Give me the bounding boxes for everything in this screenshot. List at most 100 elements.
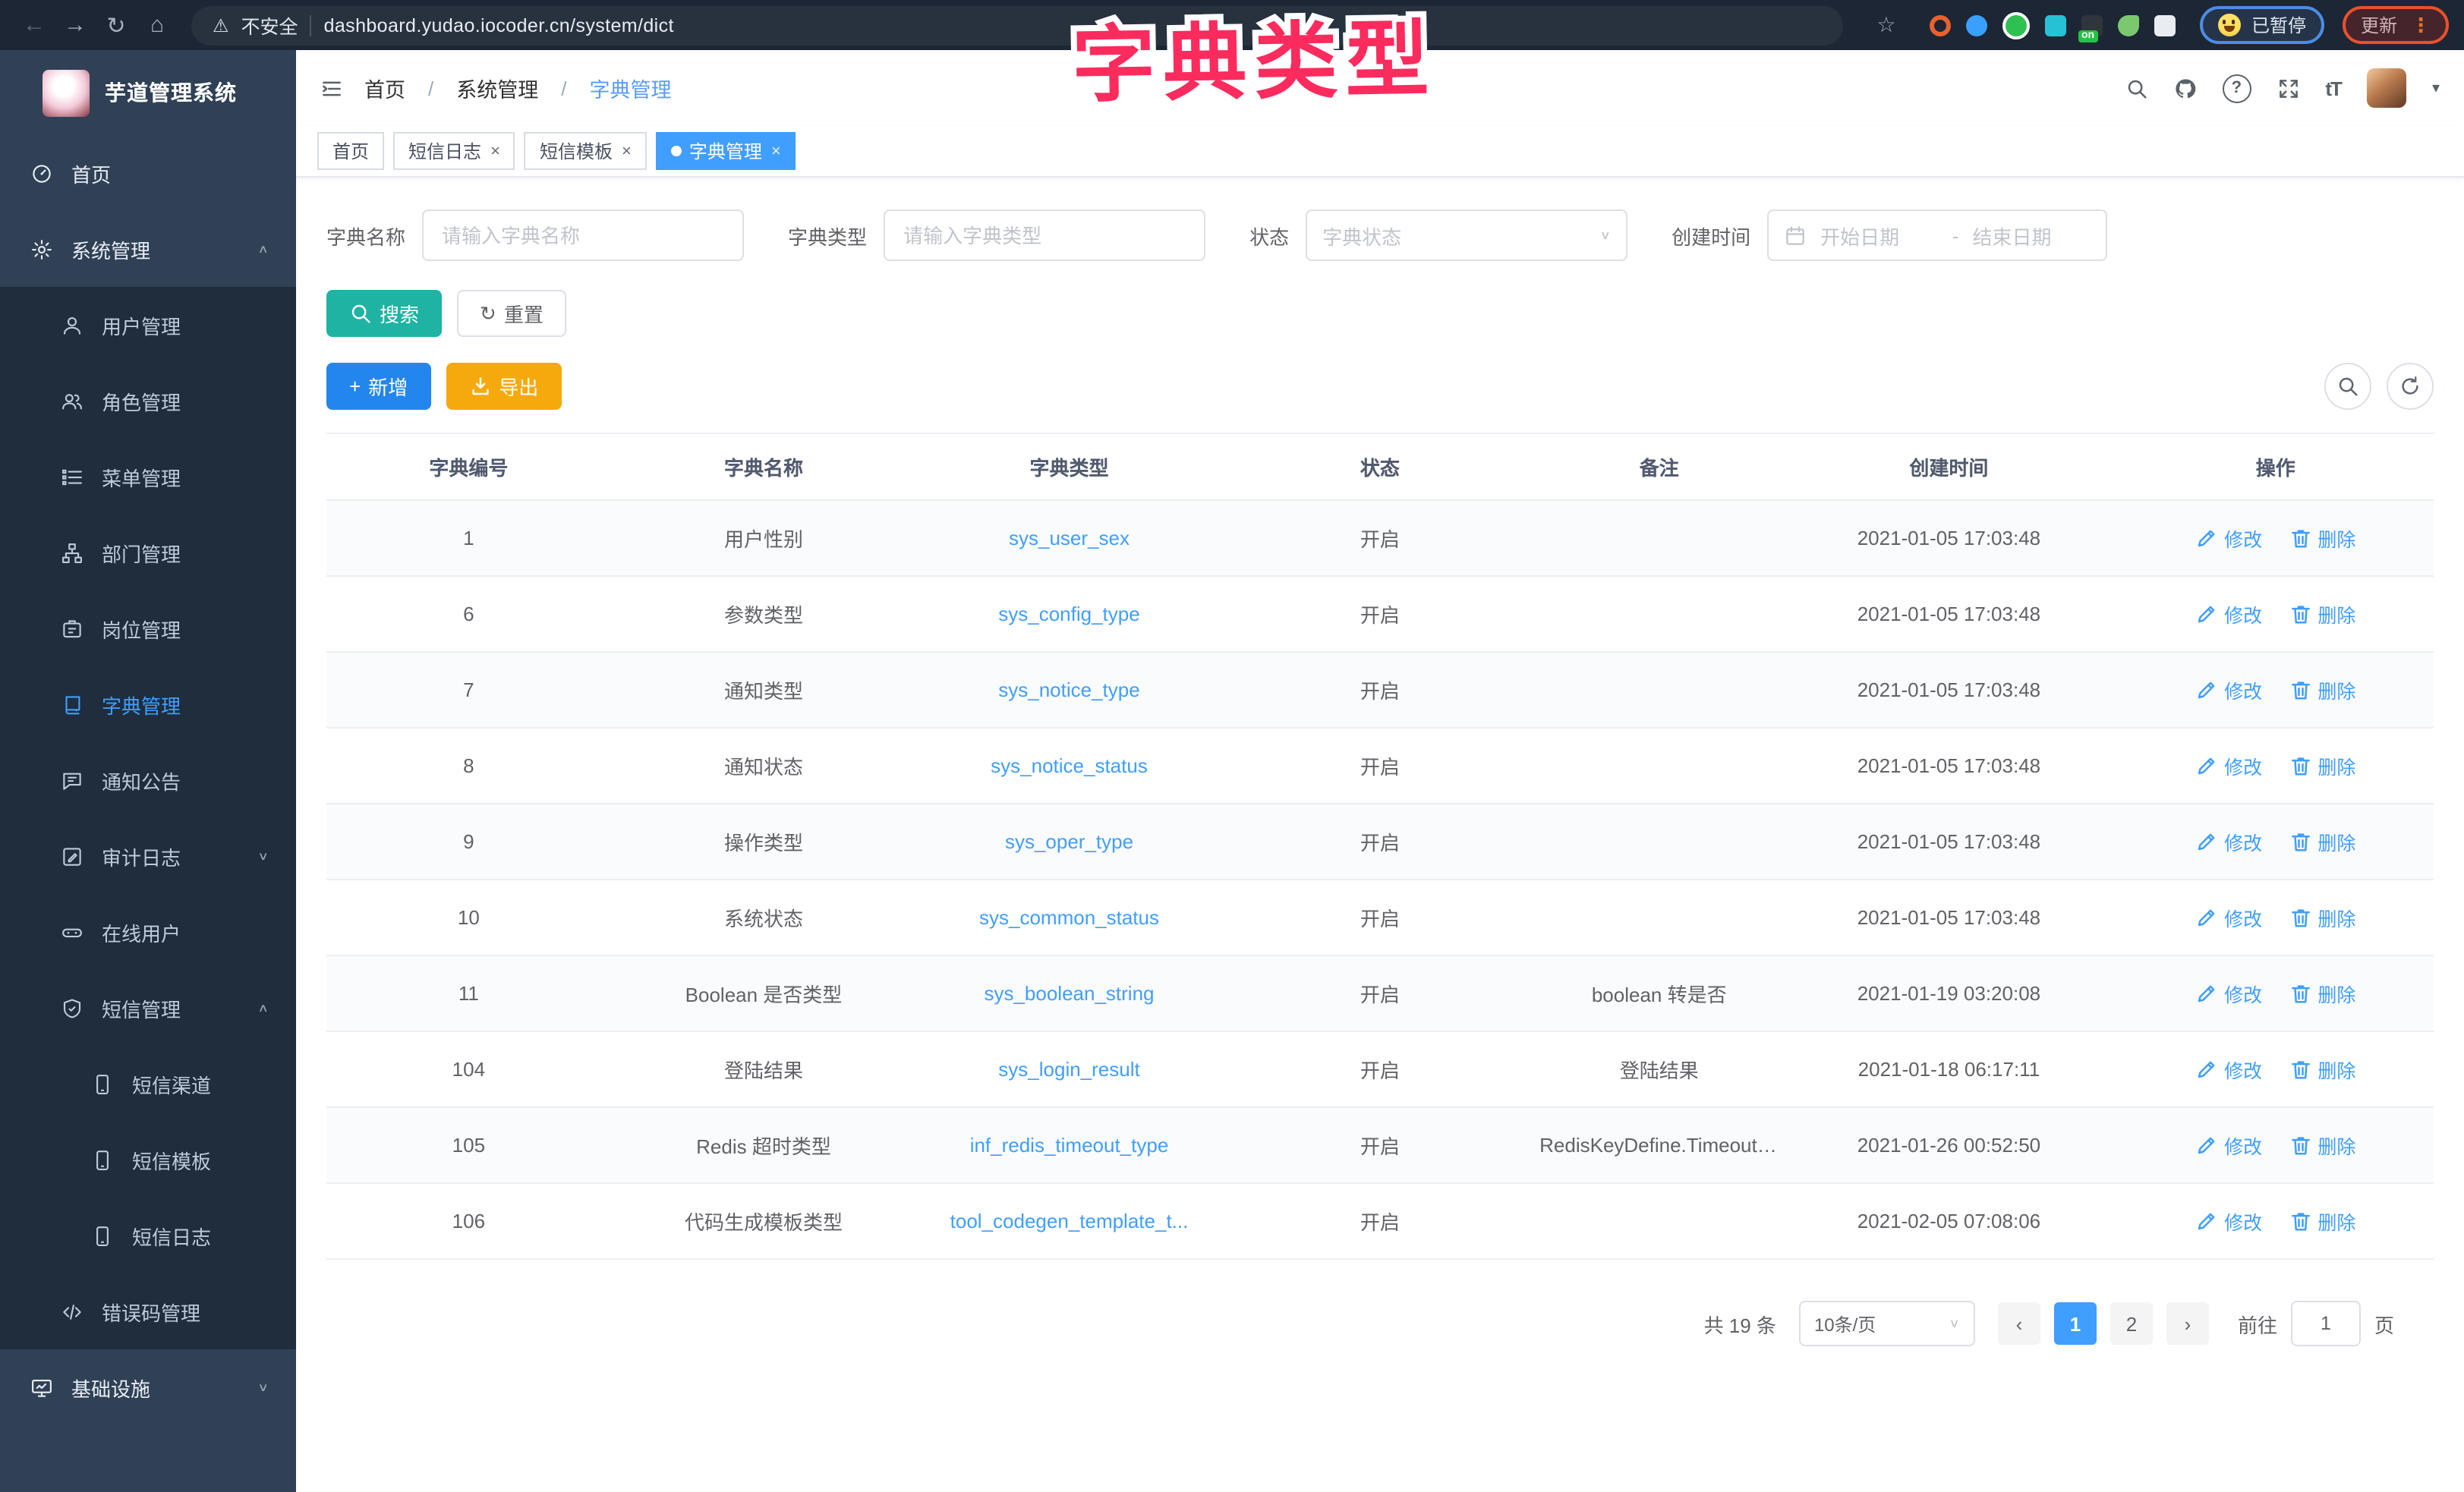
edit-link[interactable]: 修改	[2195, 1130, 2262, 1159]
extension-icon[interactable]	[2002, 11, 2030, 39]
sidebar-item[interactable]: 短信日志	[0, 1198, 296, 1273]
delete-link[interactable]: 删除	[2289, 599, 2355, 628]
delete-link[interactable]: 删除	[2289, 978, 2355, 1007]
edit-link[interactable]: 修改	[2195, 902, 2262, 931]
sidebar-item[interactable]: 岗位管理	[0, 590, 296, 666]
dict-type-link[interactable]: sys_common_status	[979, 906, 1159, 929]
delete-link[interactable]: 删除	[2289, 1130, 2355, 1159]
dict-type-link[interactable]: inf_redis_timeout_type	[970, 1134, 1169, 1157]
close-tab-icon[interactable]: ×	[622, 142, 632, 160]
sidebar-item[interactable]: 系统管理 ∧	[0, 211, 296, 287]
extension-icon[interactable]	[1966, 14, 1987, 36]
collapse-sidebar-icon[interactable]	[320, 77, 343, 99]
page-size-select[interactable]: 10条/页 ∨	[1799, 1301, 1975, 1346]
close-tab-icon[interactable]: ×	[490, 142, 500, 160]
refresh-table-button[interactable]	[2387, 363, 2434, 410]
sidebar-item-icon	[61, 921, 83, 943]
extension-icon[interactable]	[2045, 14, 2066, 36]
extensions-puzzle-icon[interactable]	[2154, 14, 2176, 36]
dict-type-link[interactable]: sys_oper_type	[1005, 830, 1133, 853]
sidebar-item[interactable]: 在线用户	[0, 894, 296, 970]
browser-menu-icon[interactable]: ⋮	[2411, 13, 2431, 37]
delete-link[interactable]: 删除	[2289, 826, 2355, 855]
delete-link[interactable]: 删除	[2289, 1054, 2355, 1083]
edit-link[interactable]: 修改	[2195, 978, 2262, 1007]
sidebar-item[interactable]: 短信模板	[0, 1122, 296, 1198]
sidebar-item[interactable]: 字典管理	[0, 666, 296, 742]
view-tab[interactable]: 短信日志 ×	[393, 132, 515, 170]
sidebar-item[interactable]: 错误码管理	[0, 1273, 296, 1349]
next-page-button[interactable]: ›	[2166, 1302, 2209, 1345]
delete-link[interactable]: 删除	[2289, 675, 2355, 704]
edit-link[interactable]: 修改	[2195, 751, 2262, 779]
dict-type-link[interactable]: sys_config_type	[998, 603, 1139, 625]
reload-icon[interactable]: ↻	[97, 11, 135, 39]
search-button[interactable]: 搜索	[326, 290, 442, 337]
browser-update-button[interactable]: 更新 ⋮	[2343, 6, 2449, 44]
reset-button[interactable]: ↻ 重置	[457, 290, 566, 337]
dict-type-link[interactable]: sys_notice_status	[991, 754, 1148, 777]
sidebar-item[interactable]: 短信管理 ∧	[0, 970, 296, 1046]
sidebar-item[interactable]: 用户管理	[0, 287, 296, 363]
sidebar-item[interactable]: 角色管理	[0, 363, 296, 439]
close-tab-icon[interactable]: ×	[771, 142, 781, 160]
dict-type-link[interactable]: sys_user_sex	[1009, 527, 1130, 549]
paused-extension-badge[interactable]: 已暂停	[2200, 6, 2324, 44]
delete-link[interactable]: 删除	[2289, 1206, 2355, 1235]
toggle-search-button[interactable]	[2324, 363, 2371, 410]
view-tab[interactable]: 首页 ×	[317, 132, 384, 170]
sidebar-item[interactable]: 部门管理	[0, 515, 296, 590]
edit-link[interactable]: 修改	[2195, 523, 2262, 552]
forward-icon[interactable]: →	[56, 12, 94, 38]
goto-page-input[interactable]	[2291, 1301, 2361, 1346]
dict-name-input[interactable]	[422, 209, 744, 261]
sidebar-item[interactable]: 审计日志 ∨	[0, 818, 296, 894]
delete-link[interactable]: 删除	[2289, 751, 2355, 779]
view-tab[interactable]: 字典管理 ×	[656, 132, 796, 170]
edit-link[interactable]: 修改	[2195, 1054, 2262, 1083]
back-icon[interactable]: ←	[15, 12, 53, 38]
user-menu-caret-icon[interactable]: ▾	[2432, 80, 2440, 96]
extension-icon[interactable]	[2118, 14, 2139, 36]
prev-page-button[interactable]: ‹	[1998, 1302, 2040, 1345]
delete-link[interactable]: 删除	[2289, 523, 2355, 552]
sidebar-item[interactable]: 短信渠道	[0, 1046, 296, 1122]
sidebar-item-label: 用户管理	[102, 310, 181, 339]
view-tab[interactable]: 短信模板 ×	[525, 132, 647, 170]
delete-link[interactable]: 删除	[2289, 902, 2355, 931]
sidebar-item[interactable]: 菜单管理	[0, 439, 296, 515]
home-icon[interactable]: ⌂	[138, 12, 176, 38]
dict-type-link[interactable]: sys_login_result	[998, 1058, 1139, 1081]
sidebar-item[interactable]: 首页	[0, 135, 296, 211]
help-icon[interactable]: ?	[2222, 74, 2251, 102]
create-time-range-picker[interactable]: 开始日期 - 结束日期	[1767, 209, 2107, 261]
paused-label: 已暂停	[2251, 12, 2306, 38]
url-bar[interactable]: ⚠ 不安全 dashboard.yudao.iocoder.cn/system/…	[191, 5, 1843, 45]
fullscreen-icon[interactable]	[2277, 77, 2299, 99]
header-search-icon[interactable]	[2125, 77, 2147, 99]
dict-type-link[interactable]: sys_boolean_string	[984, 982, 1154, 1005]
add-button[interactable]: + 新增	[326, 363, 430, 410]
edit-link[interactable]: 修改	[2195, 826, 2262, 855]
breadcrumb-home[interactable]: 首页	[364, 73, 405, 103]
page-number-button[interactable]: 1	[2054, 1302, 2097, 1345]
dict-type-link[interactable]: sys_notice_type	[998, 678, 1139, 701]
font-size-icon[interactable]: tT	[2325, 77, 2341, 99]
tab-label: 字典管理	[689, 138, 762, 164]
edit-link[interactable]: 修改	[2195, 675, 2262, 704]
status-select[interactable]: 字典状态 ∨	[1306, 209, 1627, 261]
user-avatar[interactable]	[2367, 68, 2406, 108]
export-button[interactable]: 导出	[446, 363, 561, 410]
extension-icon[interactable]	[1930, 14, 1951, 36]
sidebar-item[interactable]: 基础设施 ∨	[0, 1349, 296, 1425]
dict-type-input[interactable]	[884, 209, 1205, 261]
extension-icon[interactable]: on	[2081, 14, 2103, 36]
github-icon[interactable]	[2173, 77, 2196, 99]
breadcrumb-system[interactable]: 系统管理	[456, 73, 538, 103]
bookmark-star-icon[interactable]: ☆	[1867, 12, 1905, 38]
page-number-button[interactable]: 2	[2110, 1302, 2153, 1345]
sidebar-item[interactable]: 通知公告	[0, 742, 296, 818]
dict-type-link[interactable]: tool_codegen_template_t...	[950, 1210, 1189, 1232]
edit-link[interactable]: 修改	[2195, 599, 2262, 628]
edit-link[interactable]: 修改	[2195, 1206, 2262, 1235]
